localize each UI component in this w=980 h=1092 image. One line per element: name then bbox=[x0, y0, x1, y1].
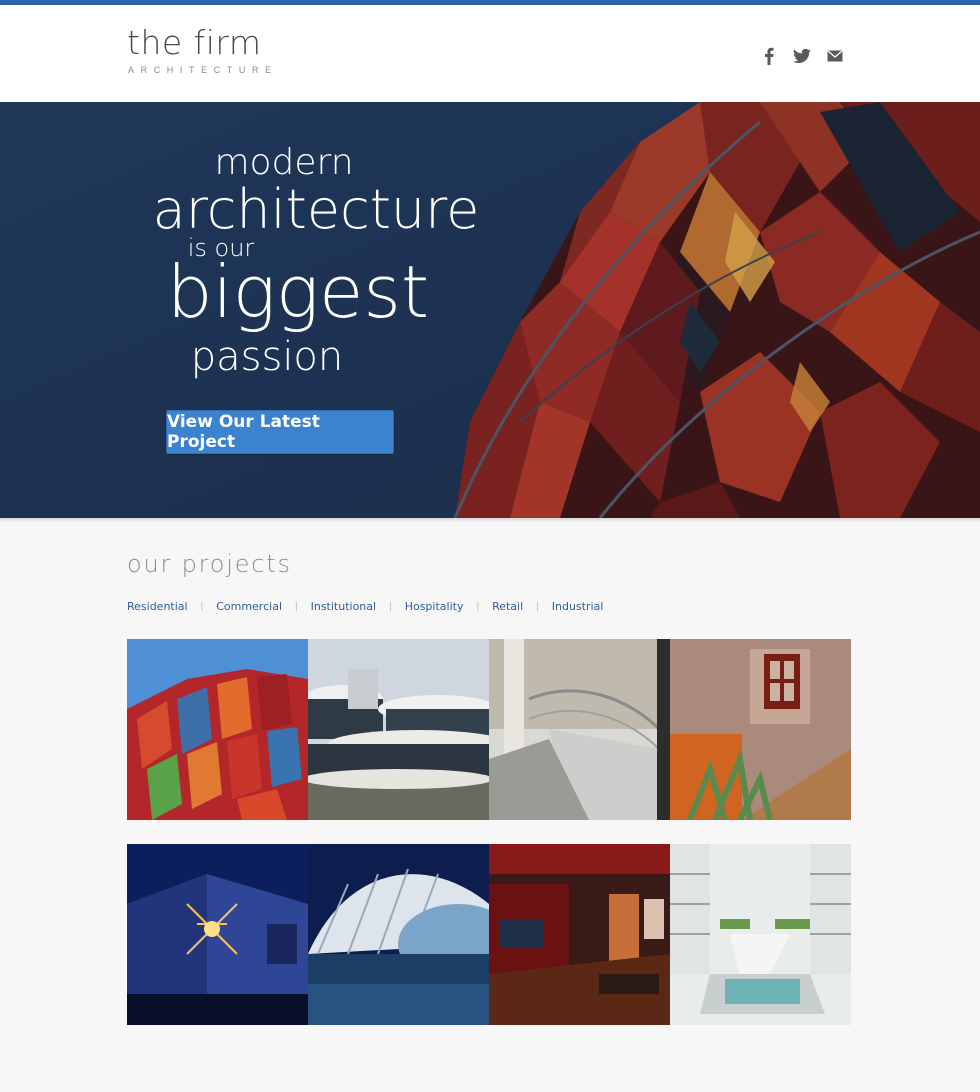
hero-line-modern: modern bbox=[214, 142, 354, 183]
logo-title[interactable]: the firm bbox=[127, 25, 262, 61]
hero-divider bbox=[0, 518, 980, 523]
filter-separator: | bbox=[476, 600, 480, 612]
project-thumbnail[interactable] bbox=[670, 844, 851, 1025]
hero-line-passion: passion bbox=[190, 334, 344, 380]
project-thumbnail[interactable] bbox=[308, 844, 489, 1025]
hero-banner: modern architecture is our biggest passi… bbox=[0, 102, 980, 518]
site-header: the firm ARCHITECTURE bbox=[0, 5, 980, 102]
filter-residential[interactable]: Residential bbox=[127, 600, 188, 613]
project-thumbnail[interactable] bbox=[489, 844, 670, 1025]
filter-separator: | bbox=[295, 600, 298, 612]
facebook-icon[interactable] bbox=[762, 45, 776, 67]
project-filters: Residential | Commercial | Institutional… bbox=[127, 598, 603, 614]
project-image bbox=[127, 844, 308, 1025]
project-thumbnail[interactable] bbox=[127, 639, 308, 820]
hero-line-biggest: biggest bbox=[166, 250, 430, 334]
project-image bbox=[489, 639, 670, 820]
filter-retail[interactable]: Retail bbox=[492, 600, 523, 613]
filter-separator: | bbox=[200, 600, 204, 612]
logo-subtitle: ARCHITECTURE bbox=[128, 65, 278, 75]
project-image bbox=[308, 639, 489, 820]
email-icon[interactable] bbox=[826, 45, 844, 67]
project-image bbox=[308, 844, 489, 1025]
filter-separator: | bbox=[536, 600, 539, 612]
project-image bbox=[489, 844, 670, 1025]
filter-separator: | bbox=[389, 600, 392, 612]
hero-line-architecture: architecture bbox=[152, 178, 480, 241]
filter-commercial[interactable]: Commercial bbox=[216, 600, 282, 613]
view-latest-project-button[interactable]: View Our Latest Project bbox=[166, 410, 394, 454]
project-image bbox=[127, 639, 308, 820]
project-image bbox=[670, 844, 851, 1025]
project-thumbnail[interactable] bbox=[127, 844, 308, 1025]
filter-hospitality[interactable]: Hospitality bbox=[405, 600, 464, 613]
project-thumbnail[interactable] bbox=[308, 639, 489, 820]
project-thumbnail[interactable] bbox=[489, 639, 670, 820]
filter-institutional[interactable]: Institutional bbox=[311, 600, 376, 613]
projects-title: our projects bbox=[127, 550, 292, 578]
project-image bbox=[670, 639, 851, 820]
twitter-icon[interactable] bbox=[792, 45, 812, 67]
project-thumbnail[interactable] bbox=[670, 639, 851, 820]
filter-industrial[interactable]: Industrial bbox=[552, 600, 604, 613]
